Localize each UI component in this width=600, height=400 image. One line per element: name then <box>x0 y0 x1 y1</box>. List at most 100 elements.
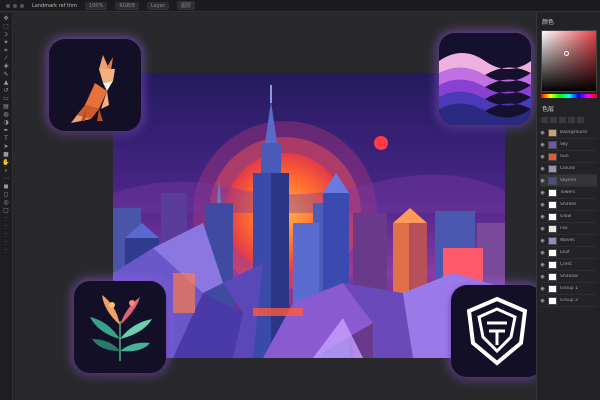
layer-thumbnail <box>548 212 557 221</box>
layer-name: Waves <box>560 238 575 243</box>
layer-row[interactable]: ◉ Leaf <box>540 247 597 259</box>
layer-row[interactable]: ◉ Clouds <box>540 163 597 175</box>
tool-extra-3-icon[interactable]: · <box>2 231 11 238</box>
layer-name: Sky <box>560 142 568 147</box>
visibility-eye-icon[interactable]: ◉ <box>540 226 545 232</box>
layer-row[interactable]: ◉ Crest <box>540 259 597 271</box>
visibility-eye-icon[interactable]: ◉ <box>540 262 545 268</box>
visibility-eye-icon[interactable]: ◉ <box>540 130 545 136</box>
right-panels: 颜色 色层 ◉ Background ◉ Sky ◉ Sun ◉ Clouds ◉ Skyline… <box>536 13 600 400</box>
plant-app-card[interactable] <box>74 281 166 373</box>
layer-row[interactable]: ◉ Group 1 <box>540 283 597 295</box>
layer-thumbnail <box>548 284 557 293</box>
layers-list: ◉ Background ◉ Sky ◉ Sun ◉ Clouds ◉ Skyline ◉ Tower… <box>537 125 600 309</box>
history-brush-icon[interactable]: ↺ <box>2 87 11 94</box>
layer-thumbnail <box>548 152 557 161</box>
tool-extra-5-icon[interactable]: · <box>2 247 11 254</box>
visibility-eye-icon[interactable]: ◉ <box>540 274 545 280</box>
hand-tool-icon[interactable]: ✋ <box>2 159 11 166</box>
layer-thumbnail <box>548 140 557 149</box>
canvas-workspace[interactable] <box>14 13 543 400</box>
visibility-eye-icon[interactable]: ◉ <box>540 154 545 160</box>
layer-thumbnail <box>548 260 557 269</box>
pen-tool-icon[interactable]: ✒ <box>2 127 11 134</box>
lasso-tool-icon[interactable]: ↄ <box>2 31 11 38</box>
crest-app-card[interactable] <box>451 285 543 377</box>
layer-row[interactable]: ◉ Fox <box>540 223 597 235</box>
shape-tool-icon[interactable]: ■ <box>2 151 11 158</box>
layer-name: Crest <box>560 262 572 267</box>
layer-row[interactable]: ◉ Shadow <box>540 271 597 283</box>
visibility-eye-icon[interactable]: ◉ <box>540 190 545 196</box>
visibility-eye-icon[interactable]: ◉ <box>540 286 545 292</box>
layer-row[interactable]: ◉ Glow <box>540 211 597 223</box>
visibility-eye-icon[interactable]: ◉ <box>540 238 545 244</box>
tool-extra-2-icon[interactable]: · <box>2 223 11 230</box>
color-picker-field[interactable] <box>541 30 597 92</box>
filter-pixel-icon[interactable] <box>541 117 548 123</box>
layer-row[interactable]: ◉ Sky <box>540 139 597 151</box>
marquee-tool-icon[interactable]: ⬚ <box>2 23 11 30</box>
visibility-eye-icon[interactable]: ◉ <box>540 250 545 256</box>
layer-row[interactable]: ◉ Group 2 <box>540 295 597 307</box>
background-color-icon[interactable]: ◻ <box>2 191 11 198</box>
color-mode-chip[interactable]: RGB/8 <box>115 1 139 10</box>
hue-slider[interactable] <box>541 94 597 98</box>
layer-row[interactable]: ◉ Background <box>540 127 597 139</box>
edit-toolbar-icon[interactable]: ⋯ <box>2 175 11 182</box>
path-select-icon[interactable]: ➤ <box>2 143 11 150</box>
fox-app-card[interactable] <box>49 39 141 131</box>
dodge-tool-icon[interactable]: ◑ <box>2 119 11 126</box>
zoom-tool-icon[interactable]: ⌕ <box>2 167 11 174</box>
zoom-level-chip[interactable]: 100% <box>85 1 108 10</box>
visibility-eye-icon[interactable]: ◉ <box>540 178 545 184</box>
layer-row[interactable]: ◉ Sun <box>540 151 597 163</box>
close-dot-icon[interactable] <box>6 3 10 8</box>
layer-row[interactable]: ◉ Shades <box>540 199 597 211</box>
layer-thumbnail <box>548 164 557 173</box>
foreground-color-icon[interactable]: ◼ <box>2 183 11 190</box>
layer-name: Leaf <box>560 250 570 255</box>
filter-adjust-icon[interactable] <box>550 117 557 123</box>
color-panel-title: 颜色 <box>542 19 555 26</box>
eraser-tool-icon[interactable]: ▭ <box>2 95 11 102</box>
screen-mode-icon[interactable]: ▢ <box>2 207 11 214</box>
layer-chip[interactable]: Layer <box>147 1 169 10</box>
layer-row[interactable]: ◉ Waves <box>540 235 597 247</box>
clone-stamp-icon[interactable]: ▲ <box>2 79 11 86</box>
color-picker-handle[interactable] <box>564 51 569 56</box>
tool-extra-1-icon[interactable]: · <box>2 215 11 222</box>
layer-thumbnail <box>548 272 557 281</box>
visibility-eye-icon[interactable]: ◉ <box>540 214 545 220</box>
document-tab[interactable]: Landmark ref thm <box>32 3 77 9</box>
visibility-eye-icon[interactable]: ◉ <box>540 298 545 304</box>
maximize-dot-icon[interactable] <box>20 3 24 8</box>
layer-cn-chip[interactable]: 图层 <box>176 1 195 10</box>
minimize-dot-icon[interactable] <box>13 3 17 8</box>
layer-name: Clouds <box>560 166 576 171</box>
visibility-eye-icon[interactable]: ◉ <box>540 202 545 208</box>
eyedropper-icon[interactable]: ⁄ <box>2 55 11 62</box>
type-tool-icon[interactable]: T <box>2 135 11 142</box>
filter-shape-icon[interactable] <box>568 117 575 123</box>
waves-app-card[interactable] <box>439 33 531 125</box>
healing-brush-icon[interactable]: ✚ <box>2 63 11 70</box>
visibility-eye-icon[interactable]: ◉ <box>540 142 545 148</box>
quick-mask-icon[interactable]: ◎ <box>2 199 11 206</box>
visibility-eye-icon[interactable]: ◉ <box>540 166 545 172</box>
tool-extra-4-icon[interactable]: · <box>2 239 11 246</box>
layer-name: Skyline <box>560 178 577 183</box>
blur-tool-icon[interactable]: ◍ <box>2 111 11 118</box>
crop-tool-icon[interactable]: ⌗ <box>2 47 11 54</box>
layer-row[interactable]: ◉ Skyline <box>540 175 597 187</box>
layer-row[interactable]: ◉ Towers <box>540 187 597 199</box>
layer-name: Background <box>560 130 587 135</box>
window-controls[interactable] <box>6 3 24 8</box>
magic-wand-icon[interactable]: ✦ <box>2 39 11 46</box>
filter-smart-icon[interactable] <box>577 117 584 123</box>
move-tool-icon[interactable]: ✥ <box>2 15 11 22</box>
gradient-tool-icon[interactable]: ▤ <box>2 103 11 110</box>
filter-type-icon[interactable] <box>559 117 566 123</box>
layer-thumbnail <box>548 128 557 137</box>
brush-tool-icon[interactable]: ✎ <box>2 71 11 78</box>
